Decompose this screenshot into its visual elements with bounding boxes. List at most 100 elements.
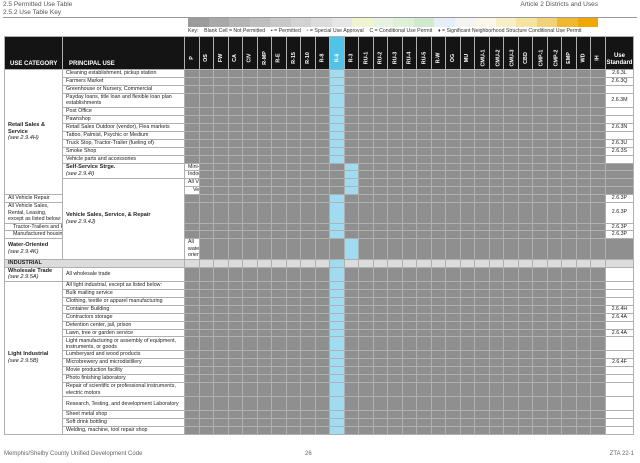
district-permission-cell	[459, 186, 476, 196]
district-permission-cell	[271, 106, 287, 116]
district-swatch	[372, 18, 393, 27]
district-permission-cell	[546, 84, 563, 94]
district-permission-cell	[198, 202, 215, 224]
district-permission-cell	[546, 366, 563, 376]
use-standard-cell: 2.6.3M	[604, 92, 634, 108]
district-permission-cell	[184, 106, 200, 116]
use-standard-cell: 2.6.4F	[604, 358, 634, 368]
district-permission-cell	[256, 154, 273, 164]
district-permission-cell	[459, 238, 476, 260]
district-permission-cell	[271, 194, 287, 204]
table-row: Container Building 2.6.4H	[5, 304, 634, 314]
district-permission-cell	[285, 106, 302, 116]
district-header: R-6	[329, 36, 345, 70]
district-permission-cell	[314, 382, 331, 398]
district-permission-cell	[227, 328, 244, 338]
district-permission-cell	[314, 106, 331, 116]
district-permission-cell	[517, 92, 534, 108]
district-code: RU-3	[391, 51, 398, 65]
district-permission-cell	[256, 106, 273, 116]
district-permission-cell	[575, 396, 592, 412]
district-permission-cell	[561, 178, 577, 188]
district-permission-cell	[474, 138, 490, 148]
industrial-section-row: INDUSTRIAL	[4, 258, 634, 268]
district-permission-cell	[546, 162, 563, 172]
district-permission-cell	[445, 280, 461, 290]
section-cell	[358, 258, 374, 268]
district-permission-cell	[358, 320, 374, 330]
district-permission-cell	[285, 336, 302, 352]
district-permission-cell	[271, 328, 287, 338]
district-permission-cell	[474, 122, 490, 132]
district-permission-cell	[242, 288, 258, 298]
district-permission-cell	[300, 296, 316, 306]
district-permission-cell	[372, 146, 389, 156]
district-permission-cell	[416, 114, 432, 124]
district-permission-cell	[242, 358, 258, 368]
district-permission-cell	[256, 138, 273, 148]
use-standard-cell: 2.6.3U	[604, 138, 634, 148]
district-permission-cell	[445, 374, 461, 384]
district-permission-cell	[213, 312, 229, 322]
district-permission-cell	[372, 106, 389, 116]
district-permission-cell	[300, 304, 316, 314]
district-permission-cell	[227, 374, 244, 384]
district-permission-cell	[271, 396, 287, 412]
district-permission-cell	[329, 238, 345, 260]
district-swatch	[557, 18, 578, 27]
district-permission-cell	[532, 194, 548, 204]
district-permission-cell	[575, 230, 592, 240]
district-permission-cell	[387, 146, 403, 156]
district-permission-cell	[227, 418, 244, 428]
district-permission-cell	[343, 238, 360, 260]
district-permission-cell	[198, 266, 215, 282]
district-permission-cell	[329, 266, 345, 282]
table-row: Sheet metal shop	[5, 410, 634, 420]
district-permission-cell	[546, 186, 563, 196]
district-permission-cell	[372, 410, 389, 420]
district-permission-cell	[314, 76, 331, 86]
district-permission-cell	[213, 366, 229, 376]
district-permission-cell	[227, 106, 244, 116]
district-permission-cell	[372, 418, 389, 428]
district-permission-cell	[198, 288, 215, 298]
district-permission-cell	[445, 418, 461, 428]
district-permission-cell	[285, 374, 302, 384]
district-permission-cell	[387, 350, 403, 360]
table-row: Soft drink bottling	[5, 418, 634, 428]
principal-use-cell: Greenhouse or Nursery, Commercial	[62, 84, 185, 94]
district-permission-cell	[285, 280, 302, 290]
district-permission-cell	[445, 154, 461, 164]
district-permission-cell	[372, 170, 389, 180]
district-permission-cell	[517, 202, 534, 224]
district-permission-cell	[343, 154, 360, 164]
district-permission-cell	[604, 238, 634, 260]
district-permission-cell	[387, 410, 403, 420]
district-permission-cell	[503, 336, 519, 352]
district-permission-cell	[459, 106, 476, 116]
district-permission-cell	[343, 288, 360, 298]
district-permission-cell	[227, 296, 244, 306]
district-permission-cell	[213, 350, 229, 360]
district-permission-cell	[242, 194, 258, 204]
district-permission-cell	[198, 304, 215, 314]
district-permission-cell	[503, 106, 519, 116]
district-permission-cell	[416, 358, 432, 368]
district-permission-cell	[184, 382, 200, 398]
section-cell	[459, 258, 476, 268]
district-permission-cell	[184, 374, 200, 384]
district-permission-cell	[300, 178, 316, 188]
district-permission-cell	[517, 230, 534, 240]
district-permission-cell	[242, 138, 258, 148]
table-row: Tattoo, Palmist, Psychic or Medium	[5, 130, 634, 140]
district-permission-cell	[256, 114, 273, 124]
district-permission-cell	[256, 358, 273, 368]
district-header: OG	[445, 36, 461, 70]
district-permission-cell	[387, 296, 403, 306]
district-permission-cell	[271, 296, 287, 306]
district-permission-cell	[532, 92, 548, 108]
district-header: CMP-2	[546, 36, 563, 70]
district-permission-cell	[198, 222, 215, 232]
district-permission-cell	[503, 230, 519, 240]
district-permission-cell	[445, 304, 461, 314]
